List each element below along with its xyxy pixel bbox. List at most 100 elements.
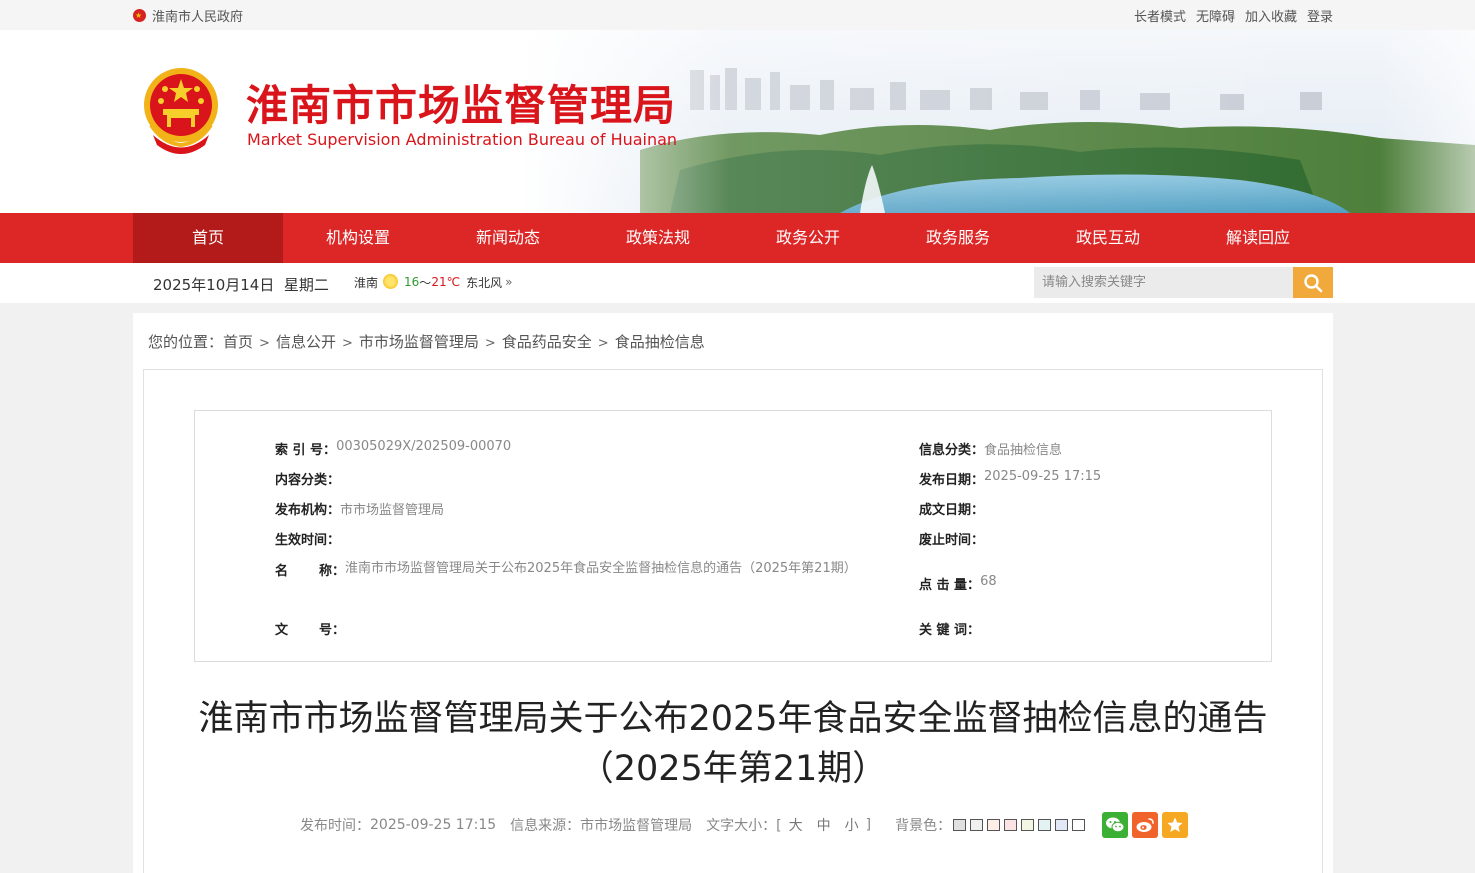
bg-color-swatch-2[interactable] bbox=[970, 819, 984, 831]
breadcrumb-separator: > bbox=[341, 336, 353, 351]
pub-time-label: 发布时间： bbox=[300, 818, 370, 834]
gov-link-label: 淮南市人民政府 bbox=[152, 10, 244, 25]
wechat-share-button[interactable] bbox=[1102, 812, 1129, 838]
bg-color-swatch-6[interactable] bbox=[1038, 819, 1052, 831]
bg-color-swatch-5[interactable] bbox=[1021, 819, 1035, 831]
nav-item-services[interactable]: 政务服务 bbox=[883, 213, 1033, 263]
accessibility-link[interactable]: 无障碍 bbox=[1196, 6, 1235, 25]
meta-keywords: 关 键 词： bbox=[919, 619, 980, 638]
meta-category-value: 食品抽检信息 bbox=[984, 443, 1063, 458]
meta-content-type-label: 内容分类： bbox=[275, 473, 341, 488]
breadcrumb-food-inspection[interactable]: 食品抽检信息 bbox=[615, 333, 705, 351]
breadcrumb-separator: > bbox=[484, 336, 496, 351]
meta-written-date: 成文日期： bbox=[919, 499, 984, 518]
breadcrumb: 您的位置：首页 > 信息公开 > 市市场监督管理局 > 食品药品安全 > 食品抽检信息 bbox=[148, 331, 705, 352]
breadcrumb-prefix: 您的位置： bbox=[148, 333, 224, 351]
site-title: 淮南市市场监督管理局 bbox=[246, 81, 677, 130]
meta-org-label: 发布机构： bbox=[275, 503, 341, 518]
breadcrumb-home[interactable]: 首页 bbox=[223, 333, 253, 351]
bg-color-swatch-7[interactable] bbox=[1055, 819, 1069, 831]
breadcrumb-separator: > bbox=[259, 336, 270, 351]
meta-name-label-a: 名 bbox=[275, 563, 289, 579]
share-buttons bbox=[1102, 812, 1189, 838]
meta-content-type: 内容分类： bbox=[275, 469, 340, 488]
font-size-large-button[interactable]: 大 bbox=[789, 815, 803, 835]
meta-category: 信息分类： 食品抽检信息 bbox=[919, 439, 1062, 458]
utility-links: 长者模式 无障碍 加入收藏 登录 bbox=[1134, 6, 1333, 25]
nav-item-news[interactable]: 新闻动态 bbox=[433, 213, 583, 263]
meta-index-value: 00305029X/202509-00070 bbox=[336, 439, 512, 454]
meta-org-value: 市市场监督管理局 bbox=[340, 503, 445, 518]
article-panel: 索 引 号： 00305029X/202509-00070 信息分类： 食品抽检… bbox=[143, 369, 1323, 873]
bg-color-swatch-3[interactable] bbox=[987, 819, 1001, 831]
meta-keywords-label: 关 键 词： bbox=[919, 623, 981, 638]
search-input[interactable] bbox=[1034, 267, 1293, 298]
meta-expire-label: 废止时间： bbox=[919, 533, 985, 548]
site-header: 淮南市市场监督管理局 Market Supervision Administra… bbox=[0, 30, 1475, 213]
meta-name-label: 名 称： bbox=[275, 560, 345, 579]
font-size-label: 文字大小：[ bbox=[706, 818, 782, 834]
meta-clicks-label: 点 击 量： bbox=[919, 578, 981, 593]
meta-clicks-value: 68 bbox=[980, 574, 997, 589]
meta-expire: 废止时间： bbox=[919, 529, 984, 548]
add-favorite-link[interactable]: 加入收藏 bbox=[1245, 6, 1297, 25]
font-size-end: ] bbox=[865, 817, 872, 833]
nav-item-interaction[interactable]: 政民互动 bbox=[1033, 213, 1183, 263]
meta-name: 名 称： 淮南市市场监督管理局关于公布2025年食品安全监督抽检信息的通告（202… bbox=[275, 554, 857, 584]
main-content: 您的位置：首页 > 信息公开 > 市市场监督管理局 > 食品药品安全 > 食品抽检信息 索 引 … bbox=[133, 313, 1333, 873]
nav-item-organization[interactable]: 机构设置 bbox=[283, 213, 433, 263]
meta-pubdate-label: 发布日期： bbox=[919, 473, 985, 488]
favorite-icon bbox=[1167, 817, 1183, 832]
breadcrumb-food-drug-safety[interactable]: 食品药品安全 bbox=[502, 333, 592, 351]
font-size-small-button[interactable]: 小 bbox=[845, 815, 859, 835]
pub-time-value: 2025-09-25 17:15 bbox=[370, 817, 497, 833]
weekday-text: 星期二 bbox=[283, 276, 329, 294]
source-label: 信息来源： bbox=[510, 818, 581, 834]
meta-index-label: 索 引 号： bbox=[275, 443, 337, 458]
weibo-icon bbox=[1136, 818, 1154, 832]
elder-mode-link[interactable]: 长者模式 bbox=[1134, 6, 1186, 25]
metadata-table: 索 引 号： 00305029X/202509-00070 信息分类： 食品抽检… bbox=[194, 410, 1272, 662]
bg-color-swatch-4[interactable] bbox=[1004, 819, 1018, 831]
top-bar: 淮南市人民政府 长者模式 无障碍 加入收藏 登录 bbox=[0, 0, 1475, 30]
meta-index: 索 引 号： 00305029X/202509-00070 bbox=[275, 439, 511, 458]
gov-link[interactable]: 淮南市人民政府 bbox=[133, 6, 243, 25]
meta-org: 发布机构： 市市场监督管理局 bbox=[275, 499, 444, 518]
meta-pubdate: 发布日期： 2025-09-25 17:15 bbox=[919, 469, 1101, 488]
bg-color-label: 背景色： bbox=[895, 818, 952, 834]
temp-low: 16 bbox=[404, 275, 420, 289]
temp-high: 21℃ bbox=[431, 275, 461, 289]
date-text: 2025年10月14日 bbox=[153, 276, 275, 294]
bg-color-swatch-8[interactable] bbox=[1072, 819, 1086, 831]
weibo-share-button[interactable] bbox=[1132, 812, 1159, 838]
site-subtitle: Market Supervision Administration Bureau… bbox=[247, 130, 678, 149]
meta-docno: 文 号： bbox=[275, 619, 345, 638]
article-info-bar: 发布时间： 2025-09-25 17:15 信息来源： 市市场监督管理局 文字… bbox=[300, 812, 1189, 838]
favorite-button[interactable] bbox=[1162, 812, 1189, 838]
nav-item-disclosure[interactable]: 政务公开 bbox=[733, 213, 883, 263]
font-size-medium-button[interactable]: 中 bbox=[817, 815, 831, 835]
source-value: 市市场监督管理局 bbox=[580, 818, 693, 834]
meta-docno-label-b: 号： bbox=[318, 623, 345, 638]
sunny-icon bbox=[380, 272, 402, 292]
search-icon bbox=[1304, 273, 1323, 292]
info-bar: 2025年10月14日 星期二 淮南 16 ～ 21℃ 东北风 » bbox=[0, 263, 1475, 303]
wind-text: 东北风 bbox=[466, 275, 503, 290]
article-title: 淮南市市场监督管理局关于公布2025年食品安全监督抽检信息的通告（2025年第2… bbox=[198, 699, 1268, 789]
nav-item-home[interactable]: 首页 bbox=[133, 213, 283, 263]
meta-effective: 生效时间： bbox=[275, 529, 340, 548]
breadcrumb-info-disclosure[interactable]: 信息公开 bbox=[276, 333, 336, 351]
breadcrumb-bureau[interactable]: 市市场监督管理局 bbox=[359, 333, 479, 351]
bg-color-swatch-1[interactable] bbox=[953, 819, 967, 831]
login-link[interactable]: 登录 bbox=[1307, 6, 1333, 25]
nav-item-interpretation[interactable]: 解读回应 bbox=[1183, 213, 1333, 263]
meta-written-date-label: 成文日期： bbox=[919, 503, 985, 518]
meta-clicks: 点 击 量： 68 bbox=[919, 574, 997, 593]
search-button[interactable] bbox=[1293, 267, 1333, 298]
meta-docno-label: 文 号： bbox=[275, 619, 345, 638]
nav-item-policy[interactable]: 政策法规 bbox=[583, 213, 733, 263]
meta-name-value: 淮南市市场监督管理局关于公布2025年食品安全监督抽检信息的通告（2025年第2… bbox=[345, 561, 857, 576]
weather-widget[interactable]: 淮南 16 ～ 21℃ 东北风 » bbox=[354, 272, 512, 292]
search-box bbox=[1034, 267, 1333, 298]
national-emblem-icon bbox=[144, 68, 218, 154]
